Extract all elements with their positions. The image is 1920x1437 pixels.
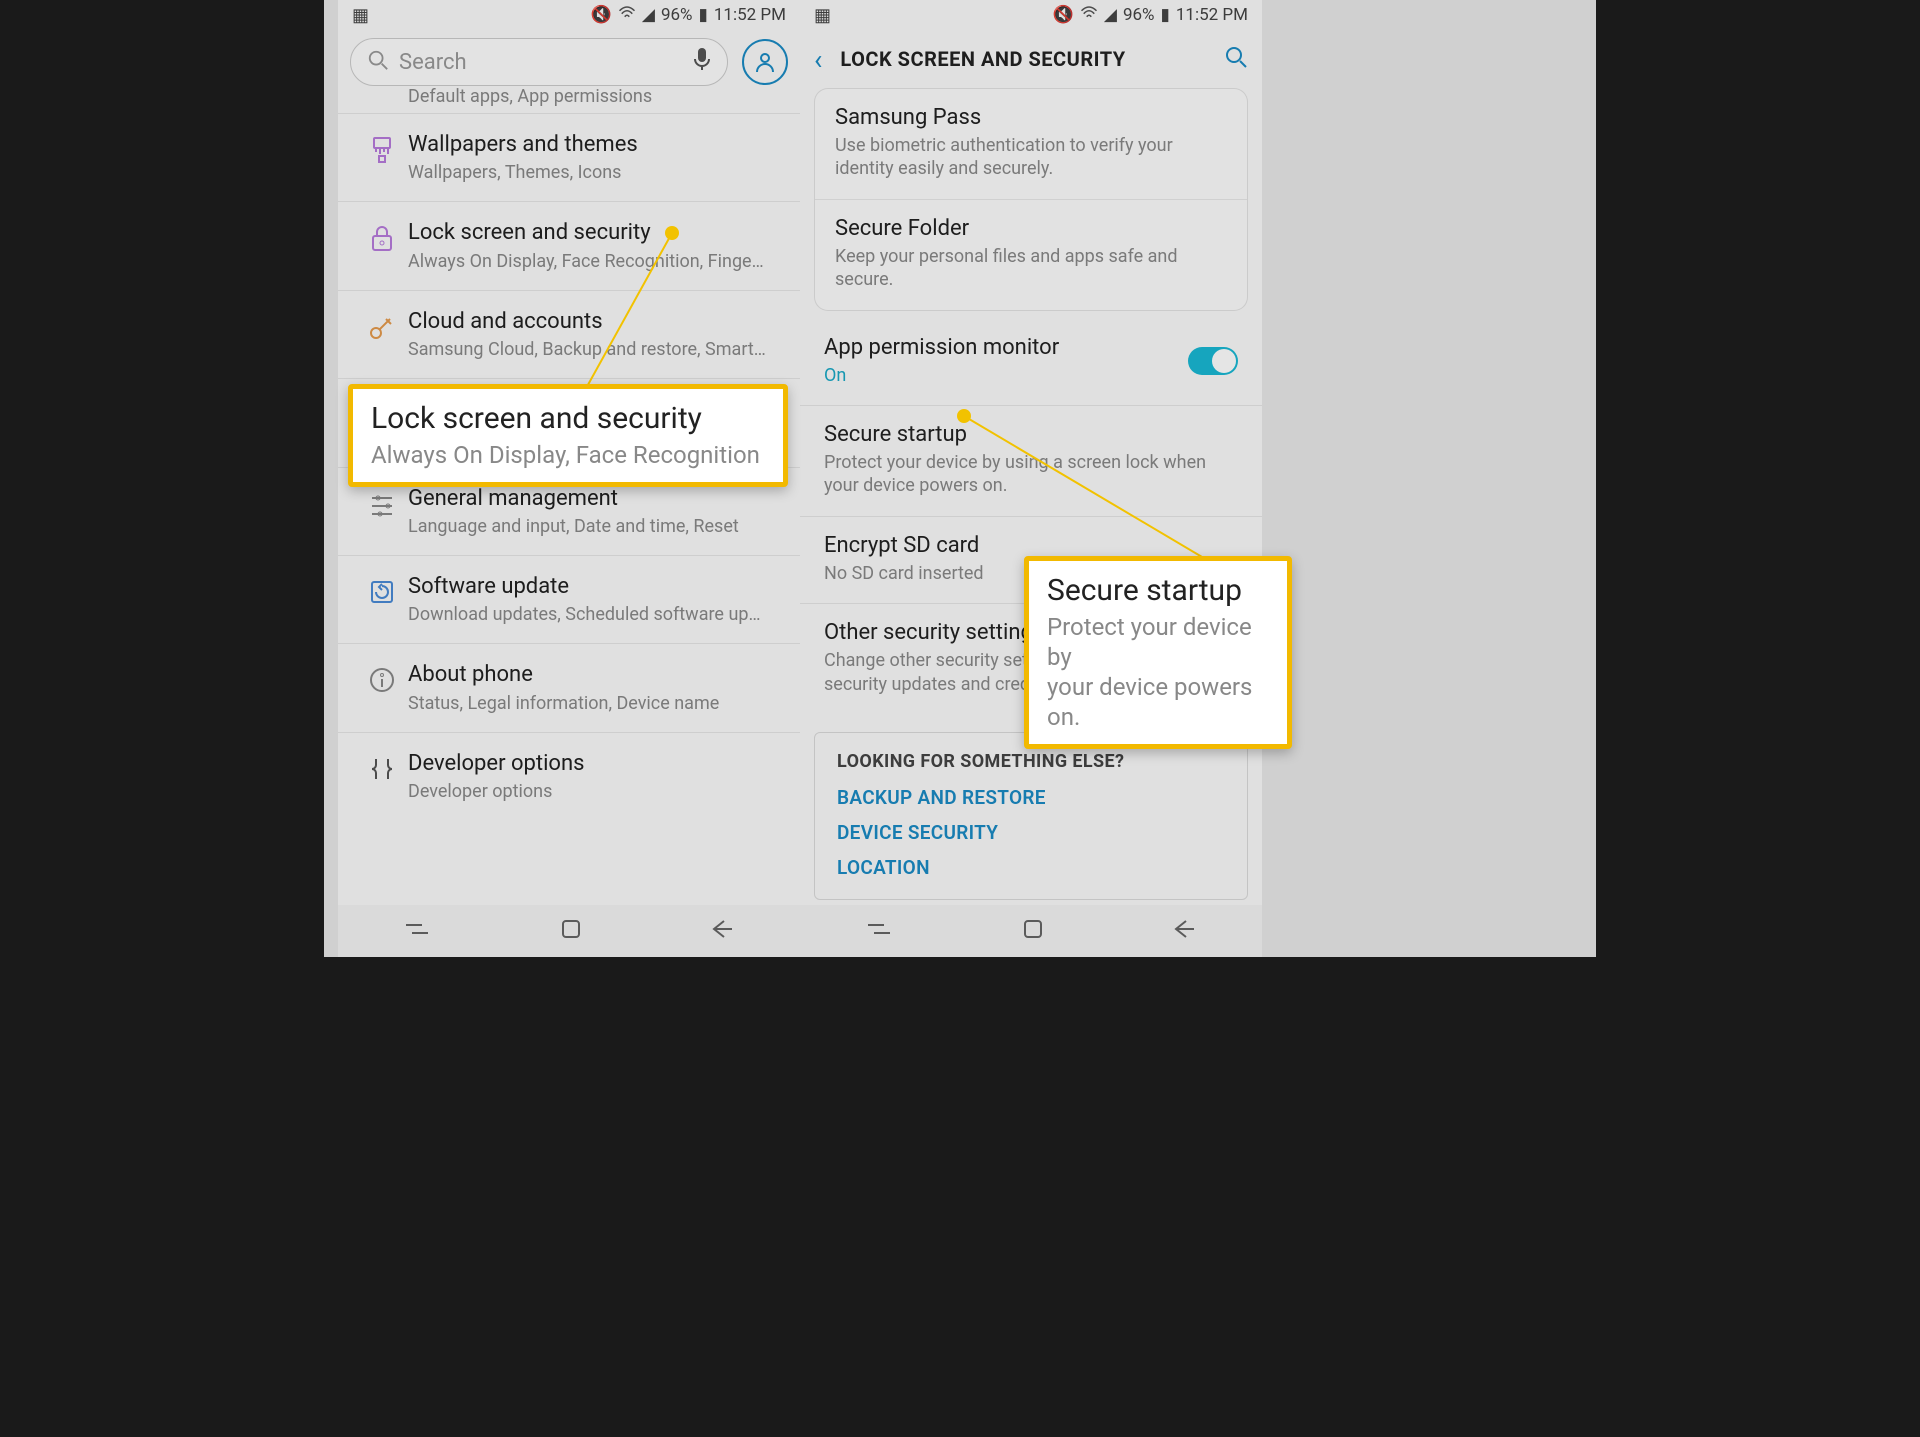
- wifi-icon: [1080, 5, 1098, 25]
- item-title: Secure Folder: [835, 216, 1227, 241]
- item-subtitle: Samsung Cloud, Backup and restore, Smart…: [408, 339, 780, 360]
- search-field[interactable]: Search: [350, 38, 728, 86]
- recents-button[interactable]: [404, 919, 430, 943]
- settings-item-brush[interactable]: Wallpapers and themes Wallpapers, Themes,…: [338, 113, 800, 201]
- callout-secure-startup: Secure startup Protect your device by yo…: [1024, 556, 1292, 749]
- clock-time: 11:52 PM: [1176, 5, 1248, 25]
- wifi-icon: [618, 5, 636, 25]
- settings-item-dev[interactable]: Developer options Developer options: [338, 732, 800, 820]
- recents-button[interactable]: [866, 919, 892, 943]
- highlight-dot: [665, 226, 679, 240]
- screenshot-icon: ▦: [814, 5, 831, 26]
- android-navbar: [338, 905, 800, 957]
- lock-icon: [356, 220, 408, 252]
- settings-item-update[interactable]: Software update Download updates, Schedul…: [338, 555, 800, 643]
- item-subtitle: Keep your personal files and apps safe a…: [835, 245, 1227, 292]
- item-title: Secure startup: [824, 422, 1238, 447]
- phone-lockscreen-security: ▦ 🔇 ◢ 96% ▮ 11:52 PM ‹ LOCK SCREEN AND S…: [800, 0, 1262, 957]
- signal-icon: ◢: [1104, 5, 1117, 25]
- page-header: ‹ LOCK SCREEN AND SECURITY: [800, 30, 1262, 88]
- link-backup-restore[interactable]: BACKUP AND RESTORE: [837, 786, 1225, 809]
- back-icon[interactable]: ‹: [814, 43, 822, 76]
- key-icon: [356, 309, 408, 341]
- tutorial-canvas: ▦ 🔇 ◢ 96% ▮ 11:52 PM Search: [324, 0, 1596, 957]
- dev-icon: [356, 751, 408, 783]
- item-title: Software update: [408, 574, 780, 600]
- setting-app-permission-monitor[interactable]: App permission monitor On: [800, 319, 1262, 405]
- status-bar: ▦ 🔇 ◢ 96% ▮ 11:52 PM: [338, 0, 800, 30]
- partial-subtitle: Default apps, App permissions: [408, 86, 780, 107]
- item-subtitle: Use biometric authentication to verify y…: [835, 134, 1227, 181]
- callout-subtitle: Always On Display, Face Recognition: [371, 440, 765, 470]
- biometric-card: Samsung Pass Use biometric authenticatio…: [814, 88, 1248, 311]
- sliders-icon: [356, 486, 408, 518]
- setting-secure-startup[interactable]: Secure startup Protect your device by us…: [800, 405, 1262, 516]
- callout-title: Lock screen and security: [371, 401, 765, 436]
- callout-title: Secure startup: [1047, 573, 1269, 608]
- item-title: App permission monitor: [824, 335, 1188, 360]
- settings-item-lock[interactable]: Lock screen and security Always On Displa…: [338, 201, 800, 289]
- item-subtitle: Download updates, Scheduled software up…: [408, 604, 780, 625]
- profile-button[interactable]: [742, 39, 788, 85]
- item-subtitle: Always On Display, Face Recognition, Fin…: [408, 251, 780, 272]
- item-title: Cloud and accounts: [408, 309, 780, 335]
- looking-for-box: LOOKING FOR SOMETHING ELSE? BACKUP AND R…: [814, 732, 1248, 900]
- callout-lock-screen-security: Lock screen and security Always On Displ…: [348, 384, 788, 487]
- highlight-dot: [957, 409, 971, 423]
- info-icon: [356, 662, 408, 694]
- search-header: Search: [338, 30, 800, 94]
- home-button[interactable]: [561, 919, 581, 943]
- lookfor-heading: LOOKING FOR SOMETHING ELSE?: [837, 751, 1225, 772]
- item-title: Developer options: [408, 751, 780, 777]
- back-button[interactable]: [1174, 919, 1196, 943]
- item-title: Wallpapers and themes: [408, 132, 780, 158]
- update-icon: [356, 574, 408, 606]
- item-subtitle: Wallpapers, Themes, Icons: [408, 162, 780, 183]
- search-button[interactable]: [1224, 45, 1248, 73]
- setting-secure-folder[interactable]: Secure Folder Keep your personal files a…: [815, 199, 1247, 310]
- item-title: About phone: [408, 662, 780, 688]
- item-title: Lock screen and security: [408, 220, 780, 246]
- mic-icon[interactable]: [693, 47, 711, 77]
- brush-icon: [356, 132, 408, 164]
- search-icon: [367, 49, 389, 75]
- item-title: Samsung Pass: [835, 105, 1227, 130]
- mute-icon: 🔇: [591, 5, 612, 25]
- item-title: Encrypt SD card: [824, 533, 1238, 558]
- screenshot-icon: ▦: [352, 5, 369, 26]
- settings-item-info[interactable]: About phone Status, Legal information, De…: [338, 643, 800, 731]
- mute-icon: 🔇: [1053, 5, 1074, 25]
- battery-icon: ▮: [699, 5, 708, 25]
- setting-samsung-pass[interactable]: Samsung Pass Use biometric authenticatio…: [815, 89, 1247, 199]
- android-navbar: [800, 905, 1262, 957]
- settings-item-key[interactable]: Cloud and accounts Samsung Cloud, Backup …: [338, 290, 800, 378]
- item-subtitle: Protect your device by using a screen lo…: [824, 451, 1238, 498]
- item-status-on: On: [824, 364, 1188, 387]
- signal-icon: ◢: [642, 5, 655, 25]
- item-subtitle: Status, Legal information, Device name: [408, 693, 780, 714]
- clock-time: 11:52 PM: [714, 5, 786, 25]
- item-title: General management: [408, 486, 780, 512]
- link-device-security[interactable]: DEVICE SECURITY: [837, 821, 1225, 844]
- page-title: LOCK SCREEN AND SECURITY: [840, 47, 1206, 71]
- back-button[interactable]: [712, 919, 734, 943]
- search-placeholder: Search: [399, 50, 693, 75]
- home-button[interactable]: [1023, 919, 1043, 943]
- toggle-on[interactable]: [1188, 347, 1238, 375]
- callout-subtitle: Protect your device by your device power…: [1047, 612, 1269, 732]
- battery-percent: 96%: [661, 5, 693, 25]
- item-subtitle: Language and input, Date and time, Reset: [408, 516, 780, 537]
- battery-percent: 96%: [1123, 5, 1155, 25]
- item-subtitle: Developer options: [408, 781, 780, 802]
- status-bar: ▦ 🔇 ◢ 96% ▮ 11:52 PM: [800, 0, 1262, 30]
- link-location[interactable]: LOCATION: [837, 856, 1225, 879]
- battery-icon: ▮: [1161, 5, 1170, 25]
